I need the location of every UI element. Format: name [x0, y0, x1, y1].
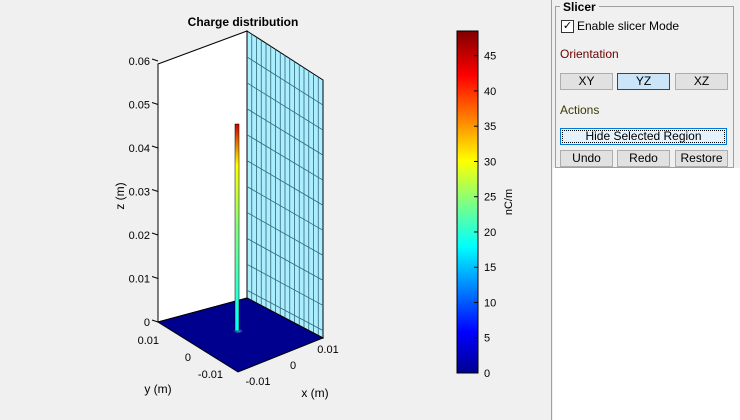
- orientation-label: Orientation: [560, 47, 619, 61]
- z-tick-label: 0.02: [129, 230, 150, 242]
- colorbar-tick-label: 30: [484, 156, 496, 168]
- colorbar: [456, 30, 479, 374]
- slicer-title: Slicer: [560, 0, 599, 14]
- redo-button[interactable]: Redo: [617, 150, 670, 167]
- z-tick-label: 0.01: [129, 274, 150, 286]
- actions-label: Actions: [560, 103, 600, 117]
- x-tick-label: 0.01: [317, 344, 338, 356]
- colorbar-tick-label: 0: [484, 368, 490, 380]
- plot-title: Charge distribution: [188, 15, 299, 29]
- z-tick: [151, 189, 159, 192]
- colorbar-tick-label: 35: [484, 121, 496, 133]
- enable-slicer-checkbox[interactable]: ✓: [561, 20, 574, 33]
- colorbar-tick-label: 5: [484, 333, 490, 345]
- empty-area: [553, 168, 740, 420]
- y-tick-label: -0.01: [198, 369, 223, 381]
- z-tick: [151, 58, 159, 62]
- xy-button[interactable]: XY: [560, 73, 613, 90]
- x-tick-label: -0.01: [245, 376, 270, 388]
- y-tick-label: 0: [185, 352, 191, 364]
- restore-button[interactable]: Restore: [675, 150, 728, 167]
- z-tick: [151, 276, 159, 279]
- divider[interactable]: [551, 0, 552, 420]
- undo-button[interactable]: Undo: [560, 150, 613, 167]
- colorbar-tick-label: 45: [484, 51, 496, 63]
- charge-plot[interactable]: Charge distribution 0 0.01 0.02 0.03 0.04 0.0…: [0, 0, 550, 420]
- z-axis-label: z (m): [113, 182, 127, 209]
- z-tick-label: 0.03: [129, 187, 150, 199]
- yz-button[interactable]: YZ: [617, 73, 670, 90]
- back-wall: [157, 30, 248, 323]
- colorbar-label: nC/m: [503, 189, 515, 215]
- colorbar-tick-label: 25: [484, 192, 496, 204]
- hide-selected-region-button[interactable]: Hide Selected Region: [560, 128, 727, 145]
- x-tick-label: 0: [290, 360, 296, 372]
- x-axis-label: x (m): [301, 386, 328, 400]
- colorbar-tick-label: 15: [484, 262, 496, 274]
- colorbar-tick-label: 40: [484, 86, 496, 98]
- z-tick: [151, 319, 159, 323]
- xz-button[interactable]: XZ: [675, 73, 728, 90]
- z-tick: [151, 232, 159, 236]
- y-tick-label: 0.01: [138, 335, 159, 347]
- z-tick-label: 0.06: [129, 56, 150, 68]
- z-tick-label: 0.05: [129, 100, 150, 112]
- z-tick-label: 0.04: [129, 143, 150, 155]
- z-tick: [151, 102, 159, 105]
- y-axis-label: y (m): [144, 382, 171, 396]
- colorbar-tick-label: 20: [484, 227, 496, 239]
- wire-charge: [234, 123, 240, 332]
- z-tick: [151, 145, 159, 149]
- enable-slicer-label: Enable slicer Mode: [577, 19, 680, 33]
- z-tick-label: 0: [144, 317, 150, 329]
- colorbar-tick-label: 10: [484, 297, 496, 309]
